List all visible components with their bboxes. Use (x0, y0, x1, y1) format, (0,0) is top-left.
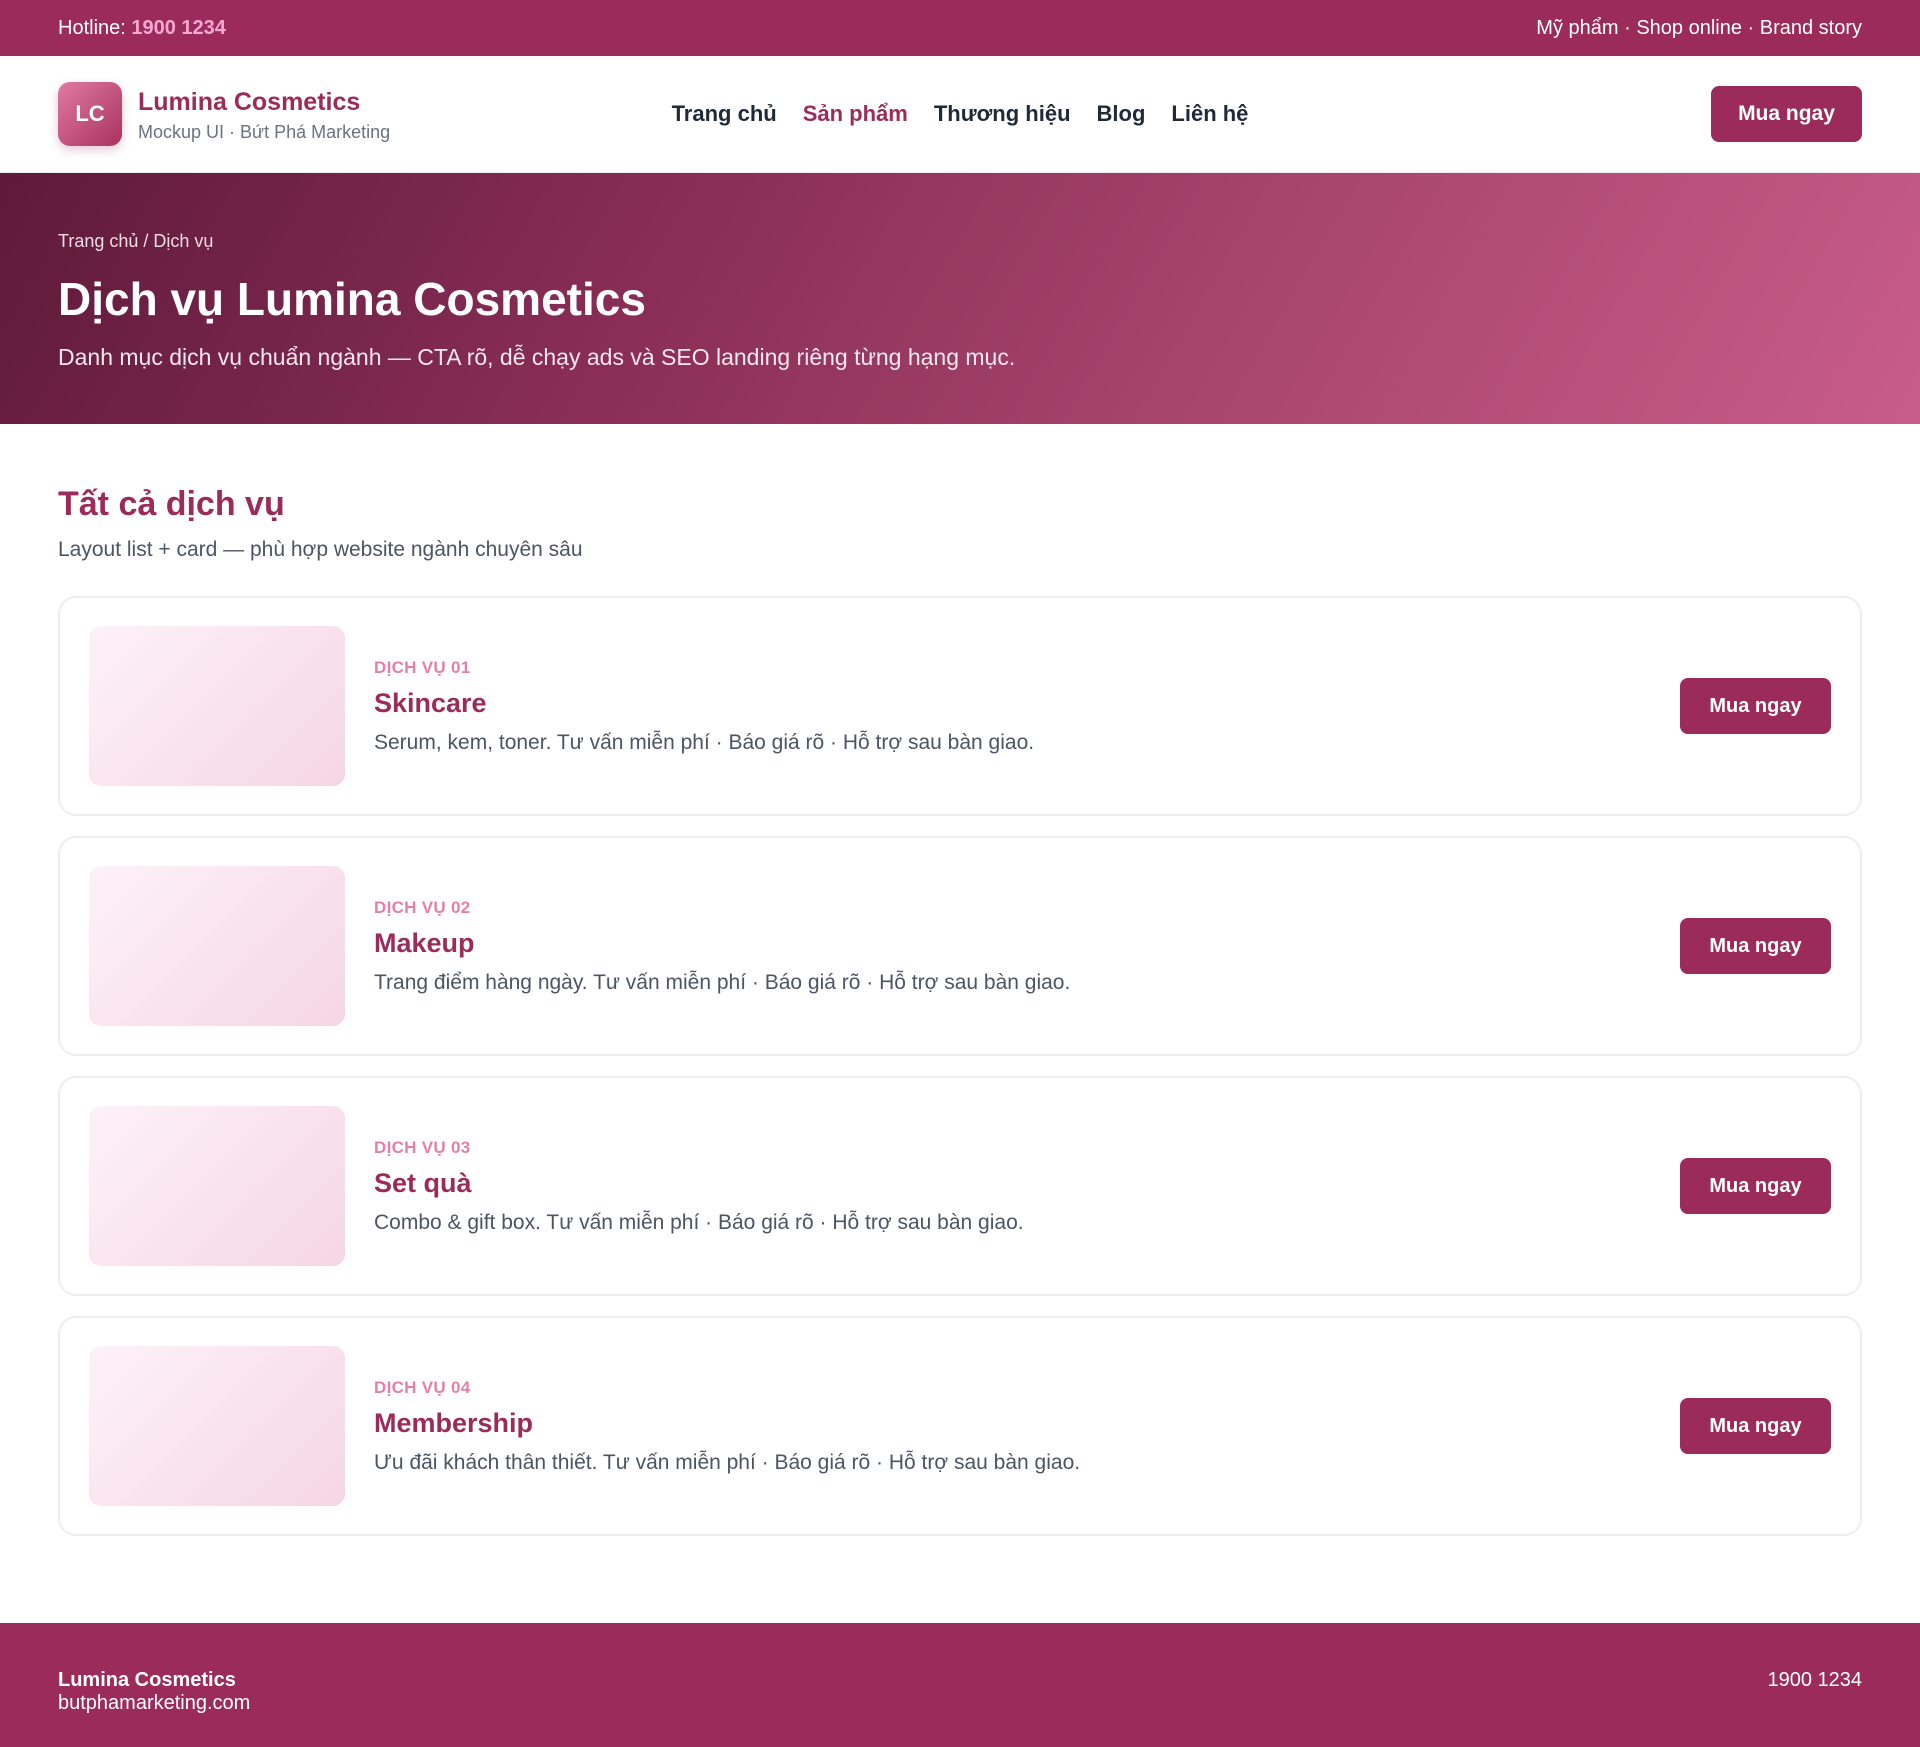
breadcrumb[interactable]: Trang chủ / Dịch vụ (58, 231, 1862, 252)
footer-phone[interactable]: 1900 1234 (1767, 1669, 1862, 1747)
service-buy-button[interactable]: Mua ngay (1680, 1158, 1831, 1214)
hero-banner: Trang chủ / Dịch vụ Dịch vụ Lumina Cosme… (0, 173, 1920, 424)
brand-name: Lumina Cosmetics (138, 87, 361, 116)
logo[interactable]: LC (58, 82, 122, 146)
service-title[interactable]: Membership (374, 1408, 1680, 1439)
service-description: Trang điểm hàng ngày. Tư vấn miễn phí · … (374, 970, 1071, 994)
service-description: Ưu đãi khách thân thiết. Tư vấn miễn phí… (374, 1450, 1081, 1474)
services-section: Tất cả dịch vụ Layout list + card — phù … (0, 424, 1920, 1536)
service-thumbnail (89, 1346, 345, 1506)
page-subtitle: Danh mục dịch vụ chuẩn ngành — CTA rõ, d… (58, 344, 1016, 370)
service-tag: DỊCH VỤ 03 (374, 1137, 471, 1157)
main-nav: Trang chủ Sản phẩm Thương hiệu Blog Liên… (672, 101, 1249, 127)
service-buy-button[interactable]: Mua ngay (1680, 1398, 1831, 1454)
hotline-label: Hotline: (58, 16, 132, 39)
service-buy-button[interactable]: Mua ngay (1680, 918, 1831, 974)
nav-item-contact[interactable]: Liên hệ (1171, 101, 1248, 127)
topbar-links[interactable]: Mỹ phẩm · Shop online · Brand story (1536, 17, 1862, 40)
service-title[interactable]: Makeup (374, 928, 1680, 959)
hotline-number[interactable]: 1900 1234 (131, 17, 226, 39)
site-header: LC Lumina Cosmetics Mockup UI · Bứt Phá … (0, 56, 1920, 173)
page-title: Dịch vụ Lumina Cosmetics (58, 273, 646, 325)
service-tag: DỊCH VỤ 02 (374, 897, 471, 917)
service-title[interactable]: Skincare (374, 688, 1680, 719)
service-info: DỊCH VỤ 03 Set quà Combo & gift box. Tư … (374, 1138, 1680, 1235)
service-description: Combo & gift box. Tư vấn miễn phí · Báo … (374, 1210, 1024, 1234)
service-info: DỊCH VỤ 02 Makeup Trang điểm hàng ngày. … (374, 898, 1680, 995)
service-info: DỊCH VỤ 04 Membership Ưu đãi khách thân … (374, 1378, 1680, 1475)
section-title: Tất cả dịch vụ (58, 485, 285, 523)
buy-now-button[interactable]: Mua ngay (1711, 86, 1862, 142)
service-list: DỊCH VỤ 01 Skincare Serum, kem, toner. T… (58, 596, 1862, 1536)
footer-brand: Lumina Cosmetics (58, 1669, 236, 1691)
service-card: DỊCH VỤ 04 Membership Ưu đãi khách thân … (58, 1316, 1862, 1536)
service-thumbnail (89, 626, 345, 786)
service-card: DỊCH VỤ 02 Makeup Trang điểm hàng ngày. … (58, 836, 1862, 1056)
nav-item-blog[interactable]: Blog (1097, 101, 1146, 127)
brand[interactable]: LC Lumina Cosmetics Mockup UI · Bứt Phá … (58, 82, 578, 146)
service-description: Serum, kem, toner. Tư vấn miễn phí · Báo… (374, 730, 1035, 754)
service-thumbnail (89, 866, 345, 1026)
service-thumbnail (89, 1106, 345, 1266)
service-buy-button[interactable]: Mua ngay (1680, 678, 1831, 734)
service-card: DỊCH VỤ 01 Skincare Serum, kem, toner. T… (58, 596, 1862, 816)
footer-domain[interactable]: butphamarketing.com (58, 1692, 250, 1715)
brand-text: Lumina Cosmetics Mockup UI · Bứt Phá Mar… (138, 86, 390, 143)
service-tag: DỊCH VỤ 04 (374, 1377, 471, 1397)
nav-item-brand[interactable]: Thương hiệu (934, 101, 1071, 127)
nav-item-products[interactable]: Sản phẩm (803, 101, 908, 127)
service-card: DỊCH VỤ 03 Set quà Combo & gift box. Tư … (58, 1076, 1862, 1296)
section-subtitle: Layout list + card — phù hợp website ngà… (58, 538, 583, 561)
footer-brand-block: Lumina Cosmetics butphamarketing.com (58, 1669, 250, 1747)
brand-subtitle: Mockup UI · Bứt Phá Marketing (138, 121, 391, 142)
site-footer: Lumina Cosmetics butphamarketing.com 190… (0, 1623, 1920, 1747)
service-tag: DỊCH VỤ 01 (374, 657, 471, 677)
top-bar: Hotline: 1900 1234 Mỹ phẩm · Shop online… (0, 0, 1920, 56)
header-actions: Mua ngay (1342, 86, 1862, 142)
nav-item-home[interactable]: Trang chủ (672, 101, 777, 127)
service-title[interactable]: Set quà (374, 1168, 1680, 1199)
hotline[interactable]: Hotline: 1900 1234 (58, 17, 226, 40)
service-info: DỊCH VỤ 01 Skincare Serum, kem, toner. T… (374, 658, 1680, 755)
